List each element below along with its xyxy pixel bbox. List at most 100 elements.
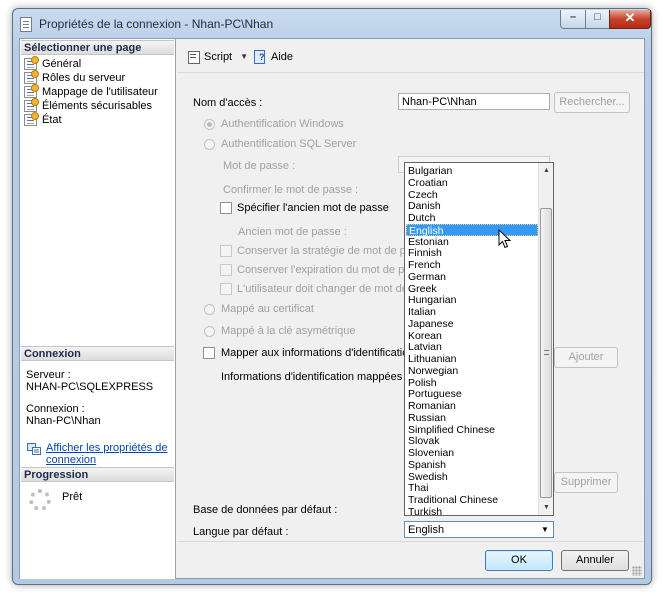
window-title: Propriétés de la connexion - Nhan-PC\Nha… <box>39 17 274 31</box>
resize-grip-icon[interactable] <box>632 566 642 576</box>
connection-properties-window: Propriétés de la connexion - Nhan-PC\Nha… <box>12 8 652 585</box>
language-option[interactable]: Lithuanian <box>406 353 538 365</box>
language-option[interactable]: Traditional Chinese <box>406 494 538 506</box>
connection-header: Connexion <box>21 346 174 361</box>
ok-button[interactable]: OK <box>485 550 553 571</box>
page-item-user-mapping[interactable]: Mappage de l'utilisateur <box>24 84 158 99</box>
language-option[interactable]: Dutch <box>406 212 538 224</box>
language-option[interactable]: Norwegian <box>406 365 538 377</box>
login-name-field[interactable]: Nhan-PC\Nhan <box>398 93 550 110</box>
scroll-up-arrow-icon[interactable]: ▲ <box>539 163 553 178</box>
language-option[interactable]: Swedish <box>406 471 538 483</box>
confirm-password-label: Confirmer le mot de passe : <box>223 184 359 196</box>
server-value: NHAN-PC\SQLEXPRESS <box>26 381 154 393</box>
progress-spinner-icon <box>29 489 51 511</box>
title-bar[interactable]: Propriétés de la connexion - Nhan-PC\Nha… <box>13 9 651 39</box>
remove-button[interactable]: Supprimer <box>554 472 618 493</box>
chevron-down-icon[interactable]: ▼ <box>240 52 248 61</box>
enforce-expiration-checkbox[interactable] <box>220 264 232 276</box>
language-dropdown-list[interactable]: Bulgarian Croatian Czech Danish Dutch English… <box>404 162 554 516</box>
language-option[interactable]: German <box>406 271 538 283</box>
add-button[interactable]: Ajouter <box>554 347 618 368</box>
language-option[interactable]: Japanese <box>406 318 538 330</box>
login-name-label: Nom d'accès : <box>193 97 263 109</box>
language-option[interactable]: Slovenian <box>406 447 538 459</box>
search-button[interactable]: Rechercher... <box>554 92 630 113</box>
script-button[interactable]: Script ▼ <box>187 50 248 64</box>
progress-header: Progression <box>21 467 174 482</box>
language-option[interactable]: Portuguese <box>406 388 538 400</box>
help-icon <box>254 50 267 64</box>
language-option[interactable]: Thai <box>406 482 538 494</box>
page-item-label: Rôles du serveur <box>42 72 126 84</box>
close-button[interactable]: ✕ <box>609 10 651 29</box>
dialog-client: Sélectionner une page Général Rôles du s… <box>19 38 645 579</box>
footer-divider <box>177 541 644 542</box>
language-option[interactable]: Russian <box>406 412 538 424</box>
language-option[interactable]: French <box>406 259 538 271</box>
language-option[interactable]: Turkish <box>406 506 538 515</box>
default-language-select[interactable]: English ▼ <box>404 521 554 538</box>
language-option[interactable]: Spanish <box>406 459 538 471</box>
page-item-general[interactable]: Général <box>24 56 81 71</box>
select-page-header: Sélectionner une page <box>21 40 174 55</box>
language-option[interactable]: Danish <box>406 200 538 212</box>
maximize-icon: □ <box>594 11 601 23</box>
toolbar: Script ▼ Aide <box>177 39 644 73</box>
maximize-button[interactable]: □ <box>585 10 610 29</box>
default-language-label: Langue par défaut : <box>193 526 289 538</box>
language-option[interactable]: Slovak <box>406 435 538 447</box>
enforce-expiration-label: Conserver l'expiration du mot de passe <box>237 264 428 276</box>
progress-status: Prêt <box>62 491 83 503</box>
language-option[interactable]: English <box>406 223 538 237</box>
cancel-button[interactable]: Annuler <box>561 550 629 571</box>
map-credential-label: Mapper aux informations d'identification <box>221 347 415 359</box>
language-option[interactable]: Estonian <box>406 236 538 248</box>
mapped-asymmetric-key-label: Mappé à la clé asymétrique <box>221 325 356 337</box>
page-item-status[interactable]: État <box>24 112 62 127</box>
mouse-pointer-icon <box>498 229 512 249</box>
page-item-server-roles[interactable]: Rôles du serveur <box>24 70 126 85</box>
language-option[interactable]: Hungarian <box>406 294 538 306</box>
language-option[interactable]: Greek <box>406 283 538 295</box>
language-option[interactable]: Croatian <box>406 177 538 189</box>
page-item-securables[interactable]: Éléments sécurisables <box>24 98 152 113</box>
grip-icon <box>544 350 549 355</box>
enforce-policy-checkbox[interactable] <box>220 245 232 257</box>
language-option[interactable]: Latvian <box>406 341 538 353</box>
must-change-checkbox[interactable] <box>220 283 232 295</box>
sql-auth-radio[interactable] <box>204 139 215 150</box>
script-label: Script <box>204 50 233 63</box>
left-pane: Sélectionner une page Général Rôles du s… <box>20 39 176 579</box>
map-credential-checkbox[interactable] <box>203 347 215 359</box>
scroll-down-arrow-icon[interactable]: ▼ <box>539 500 553 515</box>
mapped-certificate-radio[interactable] <box>204 304 215 315</box>
view-connection-properties-link[interactable]: Afficher les propriétés de connexion <box>46 442 171 466</box>
default-language-value: English <box>408 524 445 536</box>
dropdown-scrollbar[interactable]: ▲ ▼ <box>538 163 553 515</box>
minimize-button[interactable]: – <box>560 10 586 29</box>
default-database-label: Base de données par défaut : <box>193 504 338 516</box>
password-label: Mot de passe : <box>223 160 296 172</box>
windows-auth-radio[interactable] <box>204 119 215 130</box>
chevron-down-icon[interactable]: ▼ <box>537 522 553 537</box>
language-option[interactable]: Polish <box>406 377 538 389</box>
language-option[interactable]: Korean <box>406 330 538 342</box>
page-icon <box>24 112 39 126</box>
language-option[interactable]: Romanian <box>406 400 538 412</box>
language-option[interactable]: Czech <box>406 189 538 201</box>
scrollbar-thumb[interactable] <box>540 208 552 498</box>
help-button[interactable]: Aide <box>254 50 293 64</box>
mapped-certificate-label: Mappé au certificat <box>221 303 314 315</box>
script-icon <box>187 50 200 64</box>
page-icon <box>24 70 39 84</box>
specify-old-password-checkbox[interactable] <box>220 202 232 214</box>
page-icon <box>24 98 39 112</box>
language-option[interactable]: Bulgarian <box>406 165 538 177</box>
language-option[interactable]: Italian <box>406 306 538 318</box>
language-option[interactable]: Simplified Chinese <box>406 424 538 436</box>
mapped-asymmetric-key-radio[interactable] <box>204 326 215 337</box>
close-icon: ✕ <box>624 10 636 25</box>
language-option[interactable]: Finnish <box>406 247 538 259</box>
mapped-credentials-label: Informations d'identification mappées <box>221 371 403 383</box>
